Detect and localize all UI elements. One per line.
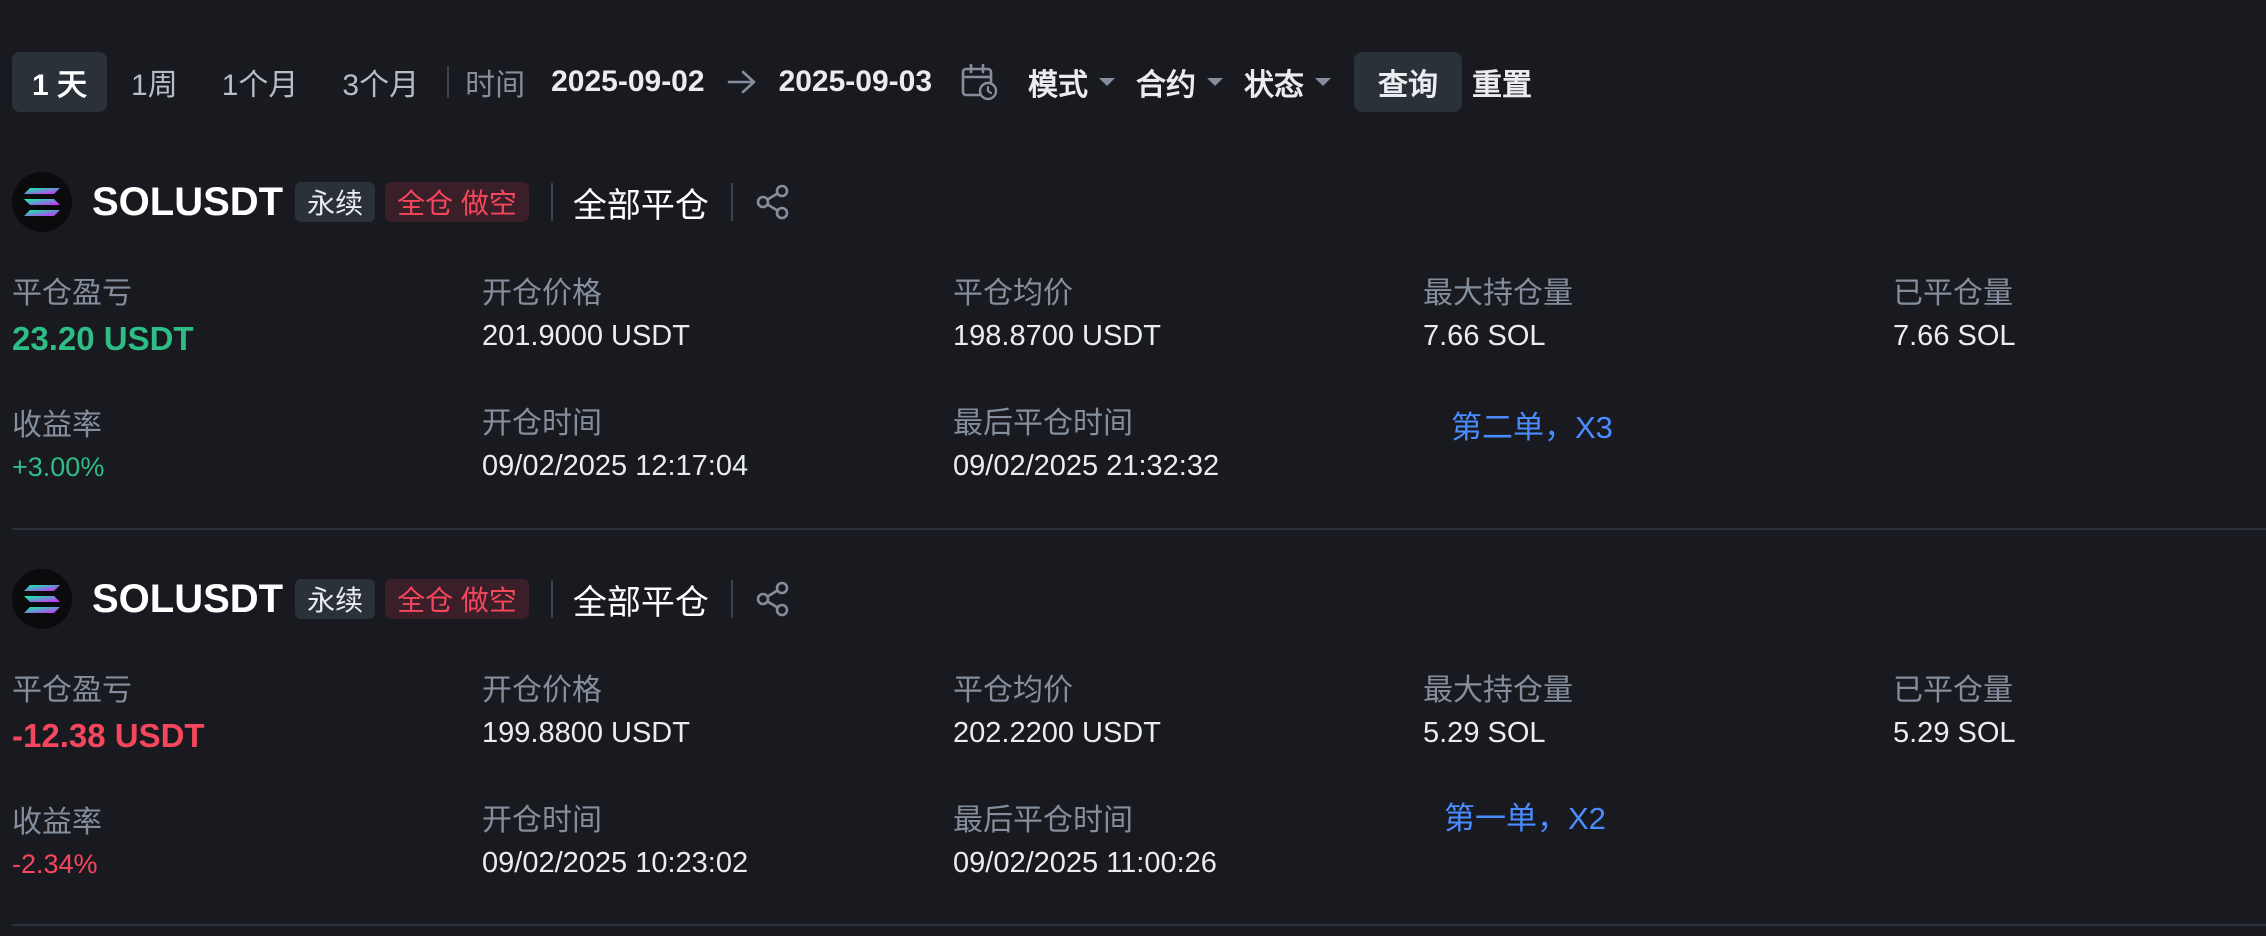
mode-dropdown[interactable]: 模式 [1028,60,1116,104]
header-divider [730,580,733,618]
closed-qty-value: 7.66 SOL [1893,320,2016,352]
annotation-note: 第二单，X3 [1451,410,1613,445]
status-dropdown-label: 状态 [1244,69,1305,102]
avg-close-price-value: 202.2200 USDT [953,717,1161,749]
side-badge: 全仓 做空 [385,182,529,222]
pnl-value: 23.20 USDT [12,320,194,357]
last-close-time-value: 09/02/2025 11:00:26 [953,847,1217,879]
header-divider [730,183,733,221]
contract-dropdown[interactable]: 合约 [1136,60,1224,104]
entry-price-value: 201.9000 USDT [482,320,690,352]
max-position-value: 5.29 SOL [1423,717,1546,749]
share-icon[interactable] [755,581,791,617]
closed-qty-value: 5.29 SOL [1893,717,2016,749]
period-1-week-tab[interactable]: 1周 [111,52,198,112]
time-label: 时间 [465,69,526,102]
closed-qty-label: 已平仓量 [1893,277,2013,310]
period-3-month-tab[interactable]: 3个月 [322,52,439,112]
entry-price-value: 199.8800 USDT [482,717,690,749]
closed-qty-label: 已平仓量 [1893,674,2013,707]
max-position-label: 最大持仓量 [1423,277,1573,310]
roi-label: 收益率 [12,409,102,442]
avg-close-price-label: 平仓均价 [953,674,1073,707]
entry-price-label: 开仓价格 [482,674,602,707]
side-badge: 全仓 做空 [385,579,529,619]
caret-down-icon [1314,76,1332,88]
calendar-icon[interactable] [960,63,998,101]
position-history-page: 1 天 1周 1个月 3个月 时间 2025-09-02 2025-09-03 … [0,0,2266,936]
position-header: SOLUSDT 永续 全仓 做空 全部平仓 [12,569,791,629]
max-position-value: 7.66 SOL [1423,320,1546,352]
avg-close-price-label: 平仓均价 [953,277,1073,310]
avg-close-price-value: 198.8700 USDT [953,320,1161,352]
pnl-value: -12.38 USDT [12,717,205,754]
close-type-label: 全部平仓 [572,186,709,225]
open-time-label: 开仓时间 [482,407,602,440]
period-1-month-tab[interactable]: 1个月 [202,52,319,112]
last-close-time-value: 09/02/2025 21:32:32 [953,450,1220,482]
share-icon[interactable] [755,184,791,220]
pnl-label: 平仓盈亏 [12,277,132,310]
annotation-note: 第一单，X2 [1444,801,1606,836]
card-divider [12,924,2266,926]
position-symbol[interactable]: SOLUSDT [92,180,283,225]
max-position-label: 最大持仓量 [1423,674,1573,707]
entry-price-label: 开仓价格 [482,277,602,310]
open-time-value: 09/02/2025 10:23:02 [482,847,749,879]
start-date-input[interactable]: 2025-09-02 [551,65,704,99]
status-dropdown[interactable]: 状态 [1244,60,1332,104]
open-time-value: 09/02/2025 12:17:04 [482,450,749,482]
position-symbol[interactable]: SOLUSDT [92,577,283,622]
close-type-label: 全部平仓 [572,583,709,622]
solana-logo-icon [12,172,72,232]
position-header: SOLUSDT 永续 全仓 做空 全部平仓 [12,172,791,232]
arrow-right-icon [727,69,757,95]
header-divider [550,580,553,618]
last-close-time-label: 最后平仓时间 [953,407,1133,440]
header-divider [550,183,553,221]
roi-value: -2.34% [12,849,98,879]
last-close-time-label: 最后平仓时间 [953,804,1133,837]
caret-down-icon [1098,76,1116,88]
query-button[interactable]: 查询 [1354,52,1463,112]
filter-bar: 1 天 1周 1个月 3个月 时间 2025-09-02 2025-09-03 … [12,52,1532,112]
contract-type-badge: 永续 [295,579,376,619]
roi-label: 收益率 [12,806,102,839]
solana-logo-icon [12,569,72,629]
end-date-input[interactable]: 2025-09-03 [779,65,932,99]
roi-value: +3.00% [12,452,105,482]
card-divider [12,528,2266,530]
reset-button[interactable]: 重置 [1472,60,1532,104]
contract-dropdown-label: 合约 [1136,69,1197,102]
filter-divider [447,66,450,98]
caret-down-icon [1206,76,1224,88]
pnl-label: 平仓盈亏 [12,674,132,707]
open-time-label: 开仓时间 [482,804,602,837]
mode-dropdown-label: 模式 [1028,69,1089,102]
contract-type-badge: 永续 [295,182,376,222]
period-1-day-tab[interactable]: 1 天 [12,52,108,112]
